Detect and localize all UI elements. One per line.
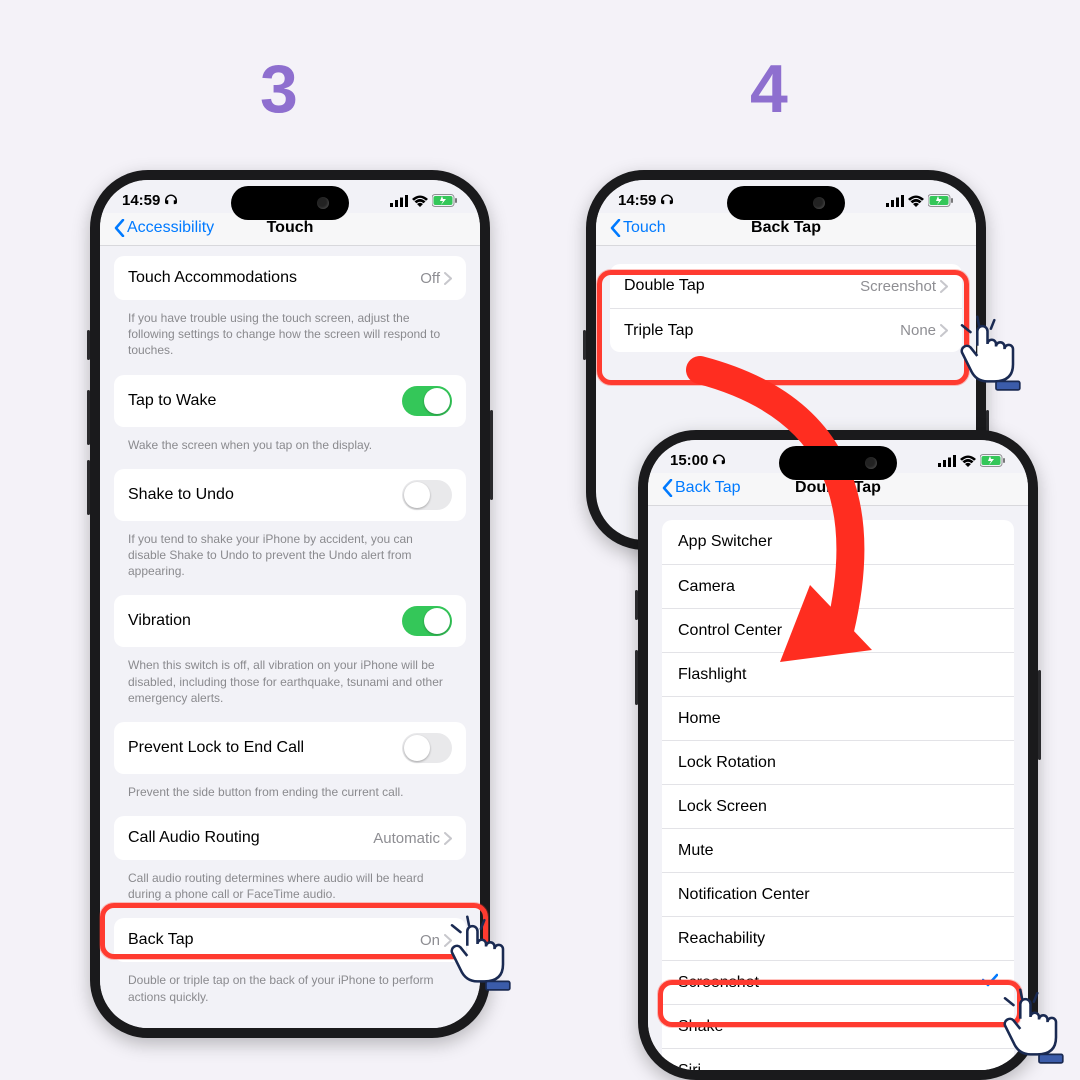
row-touch-accommodations[interactable]: Touch Accommodations Off [114,256,466,300]
footer-back-tap: Double or triple tap on the back of your… [110,966,470,1020]
option-label: Reachability [678,930,998,948]
battery-icon [980,454,1006,467]
dynamic-island [779,446,897,480]
row-vibration[interactable]: Vibration [114,595,466,647]
wifi-icon [908,195,924,207]
option-label: Mute [678,842,998,860]
chevron-right-icon [940,324,948,337]
option-lock-rotation[interactable]: Lock Rotation [662,740,1014,784]
back-button[interactable]: Accessibility [108,219,214,237]
checkmark-icon [982,973,998,992]
back-label: Accessibility [127,219,214,237]
option-label: Home [678,710,998,728]
footer-vibration: When this switch is off, all vibration o… [110,651,470,722]
wifi-icon [412,195,428,207]
row-call-audio-routing[interactable]: Call Audio Routing Automatic [114,816,466,860]
toggle-prevent-lock[interactable] [402,733,452,763]
battery-icon [928,194,954,207]
option-camera[interactable]: Camera [662,564,1014,608]
back-label: Back Tap [675,479,741,497]
footer-prevent-lock: Prevent the side button from ending the … [110,778,470,816]
option-shake[interactable]: Shake [662,1004,1014,1048]
option-label: Shake [678,1018,998,1036]
cellular-icon [390,195,408,207]
step-number-3: 3 [260,50,298,128]
row-prevent-lock-end-call[interactable]: Prevent Lock to End Call [114,722,466,774]
footer-call-audio-routing: Call audio routing determines where audi… [110,864,470,918]
back-button[interactable]: Back Tap [656,479,741,497]
option-label: Screenshot [678,974,982,992]
option-home[interactable]: Home [662,696,1014,740]
option-reachability[interactable]: Reachability [662,916,1014,960]
status-time: 14:59 [618,192,656,209]
cellular-icon [886,195,904,207]
phone-step-4-double-tap: 15:00 Back Tap Double Tap App SwitcherCa… [638,430,1038,1080]
option-notification-center[interactable]: Notification Center [662,872,1014,916]
option-label: Notification Center [678,886,998,904]
row-tap-to-wake[interactable]: Tap to Wake [114,375,466,427]
toggle-shake-to-undo[interactable] [402,480,452,510]
back-button[interactable]: Touch [604,219,666,237]
phone-step-3: 14:59 Accessibility Touch Touch Accommod… [90,170,490,1038]
chevron-right-icon [444,272,452,285]
wifi-icon [960,455,976,467]
option-app-switcher[interactable]: App Switcher [662,520,1014,564]
footer-shake-to-undo: If you tend to shake your iPhone by acci… [110,525,470,596]
status-time: 15:00 [670,452,708,469]
option-label: Lock Rotation [678,754,998,772]
back-label: Touch [623,219,666,237]
headphones-icon [660,194,674,208]
option-label: Siri [678,1062,998,1071]
row-triple-tap[interactable]: Triple Tap None [610,308,962,352]
cellular-icon [938,455,956,467]
option-label: Camera [678,578,998,596]
chevron-right-icon [444,832,452,845]
step-number-4: 4 [750,50,788,128]
option-mute[interactable]: Mute [662,828,1014,872]
dynamic-island [231,186,349,220]
option-label: App Switcher [678,533,998,551]
option-label: Control Center [678,622,998,640]
battery-icon [432,194,458,207]
row-back-tap[interactable]: Back Tap On [114,918,466,962]
chevron-right-icon [444,934,452,947]
chevron-right-icon [940,280,948,293]
option-flashlight[interactable]: Flashlight [662,652,1014,696]
headphones-icon [712,454,726,468]
option-label: Flashlight [678,666,998,684]
option-lock-screen[interactable]: Lock Screen [662,784,1014,828]
dynamic-island [727,186,845,220]
option-list: App Switcher Camera Control Center Flashlig… [662,520,1014,1070]
option-screenshot[interactable]: Screenshot [662,960,1014,1004]
toggle-tap-to-wake[interactable] [402,386,452,416]
row-shake-to-undo[interactable]: Shake to Undo [114,469,466,521]
option-label: Lock Screen [678,798,998,816]
status-time: 14:59 [122,192,160,209]
footer-touch-accommodations: If you have trouble using the touch scre… [110,304,470,375]
row-double-tap[interactable]: Double Tap Screenshot [610,264,962,308]
footer-tap-to-wake: Wake the screen when you tap on the disp… [110,431,470,469]
option-control-center[interactable]: Control Center [662,608,1014,652]
option-siri[interactable]: Siri [662,1048,1014,1070]
toggle-vibration[interactable] [402,606,452,636]
headphones-icon [164,194,178,208]
